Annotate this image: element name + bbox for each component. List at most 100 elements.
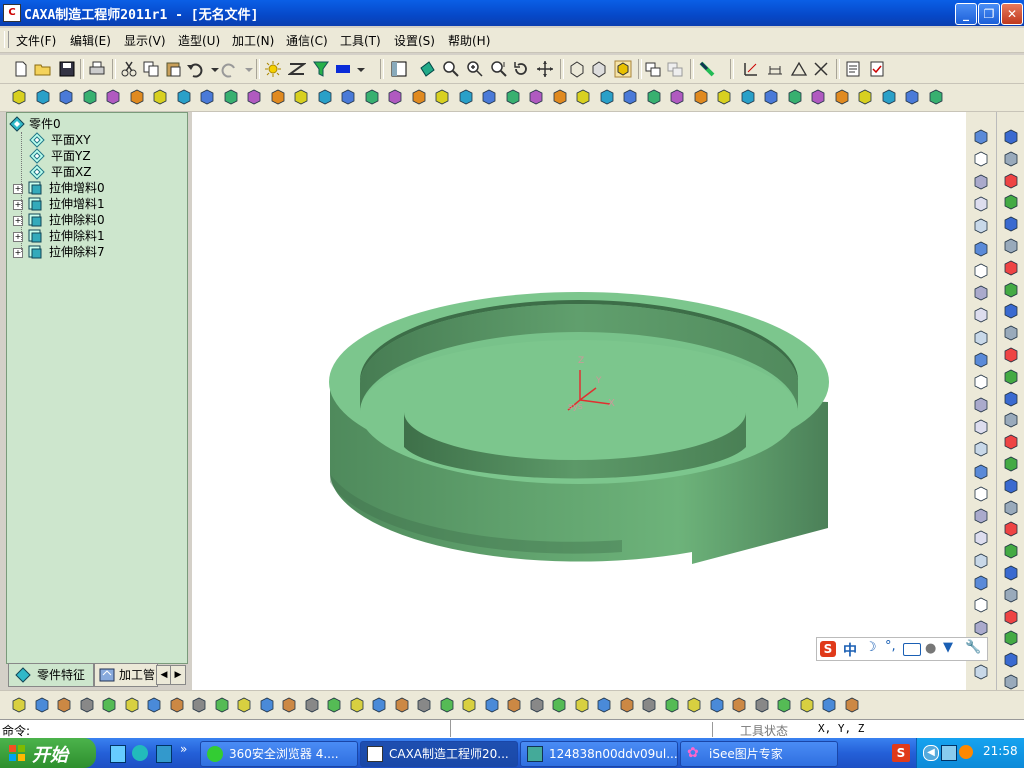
spline-edit-icon[interactable] — [370, 696, 388, 714]
ime-mode-label[interactable]: 中 — [843, 640, 857, 660]
offset-icon[interactable] — [235, 696, 253, 714]
undo-icon[interactable] — [186, 60, 204, 78]
quicklaunch-ie-icon[interactable] — [132, 745, 148, 761]
dimension-icon[interactable] — [766, 60, 784, 78]
menu-file[interactable]: 文件(F) — [16, 32, 56, 49]
sew-surface-icon[interactable] — [245, 88, 263, 106]
quicklaunch-more-icon[interactable]: » — [180, 742, 187, 756]
translate-icon[interactable] — [393, 696, 411, 714]
spline-icon[interactable] — [1002, 651, 1020, 669]
scale-icon[interactable] — [213, 696, 231, 714]
rectangle-icon[interactable] — [1002, 259, 1020, 277]
extrude-surface-icon[interactable] — [10, 88, 28, 106]
redo-dropdown-icon[interactable] — [240, 60, 253, 78]
revolve-surface-icon[interactable] — [410, 88, 428, 106]
mirror-icon[interactable] — [438, 696, 456, 714]
rotate-icon[interactable] — [685, 696, 703, 714]
loft-surface-icon[interactable] — [480, 88, 498, 106]
skin-icon[interactable]: ▼ — [943, 640, 953, 655]
view-icon[interactable] — [1002, 520, 1020, 538]
tab-part-features[interactable]: 零件特征 — [8, 663, 94, 687]
user-icon[interactable]: ● — [925, 641, 936, 656]
curve-combine-icon[interactable] — [348, 696, 366, 714]
scale-icon[interactable] — [753, 696, 771, 714]
curve-edit-icon[interactable] — [10, 696, 28, 714]
shaded-icon[interactable] — [614, 60, 632, 78]
wrench-icon[interactable]: 🔧 — [965, 640, 981, 655]
trim-surface-icon[interactable] — [198, 88, 216, 106]
taskbar-item-image[interactable]: 124838n00ddv09ul... — [520, 741, 678, 767]
extrude-boss-icon[interactable] — [972, 485, 990, 503]
point-icon[interactable] — [1002, 324, 1020, 342]
punctuation-icon[interactable]: °, — [885, 639, 896, 654]
sew-surface-icon[interactable] — [621, 88, 639, 106]
mirror-icon[interactable] — [708, 696, 726, 714]
curve-break-icon[interactable] — [33, 696, 51, 714]
blend-surface-icon[interactable] — [598, 88, 616, 106]
caxa-app-icon[interactable]: C — [3, 4, 21, 22]
cavity-icon[interactable] — [739, 88, 757, 106]
curve-combine-icon[interactable] — [618, 696, 636, 714]
line-icon[interactable] — [1002, 542, 1020, 560]
extrude-boss-icon[interactable] — [972, 128, 990, 146]
menu-communication[interactable]: 通信(C) — [286, 32, 328, 49]
shell-icon[interactable] — [972, 619, 990, 637]
coordinate-system-icon[interactable] — [742, 60, 760, 78]
boolean-icon[interactable] — [692, 88, 710, 106]
equidistant-icon[interactable] — [1002, 390, 1020, 408]
sweep-surface-icon[interactable] — [809, 88, 827, 106]
undo-dropdown-icon[interactable] — [206, 60, 219, 78]
model-body[interactable] — [329, 292, 829, 564]
extrude-cut-icon[interactable] — [972, 217, 990, 235]
quicklaunch-3-icon[interactable] — [156, 745, 172, 763]
menu-machining[interactable]: 加工(N) — [232, 32, 274, 49]
close-button[interactable]: ✕ — [1001, 3, 1023, 25]
translate-icon[interactable] — [123, 696, 141, 714]
check-icon[interactable] — [868, 60, 886, 78]
extrude-surface-icon[interactable] — [386, 88, 404, 106]
edit-icon[interactable] — [1002, 499, 1020, 517]
trim-icon[interactable] — [812, 60, 830, 78]
curve-break-icon[interactable] — [573, 696, 591, 714]
hole-icon[interactable] — [972, 329, 990, 347]
menu-edit[interactable]: 编辑(E) — [70, 32, 111, 49]
sweep-surface-icon[interactable] — [433, 88, 451, 106]
ruled-surface-icon[interactable] — [457, 88, 475, 106]
color-icon[interactable] — [334, 60, 350, 78]
tool-library-icon[interactable] — [698, 60, 716, 78]
spline-edit-icon[interactable] — [100, 696, 118, 714]
curve-stretch-icon[interactable] — [325, 696, 343, 714]
display-restore-icon[interactable] — [666, 60, 684, 78]
formula-curve-icon[interactable] — [1002, 346, 1020, 364]
arc-icon[interactable] — [1002, 215, 1020, 233]
light-icon[interactable] — [264, 60, 282, 78]
offset-icon[interactable] — [775, 696, 793, 714]
select-icon[interactable] — [1002, 477, 1020, 495]
spline-icon[interactable] — [1002, 302, 1020, 320]
ruled-surface-icon[interactable] — [833, 88, 851, 106]
curve-combine-icon[interactable] — [78, 696, 96, 714]
mirror-icon[interactable] — [168, 696, 186, 714]
copy-icon[interactable] — [142, 60, 160, 78]
pattern-icon[interactable] — [972, 396, 990, 414]
curve-edit-icon[interactable] — [820, 696, 838, 714]
rotate-icon[interactable] — [145, 696, 163, 714]
scale-icon[interactable] — [972, 440, 990, 458]
window-view-icon[interactable] — [390, 60, 408, 78]
extrude-cut-icon[interactable] — [972, 574, 990, 592]
ruled-surface-icon[interactable] — [81, 88, 99, 106]
curve-edit-icon[interactable] — [550, 696, 568, 714]
edit-icon[interactable] — [1002, 150, 1020, 168]
new-file-icon[interactable] — [12, 60, 30, 78]
minimize-button[interactable]: _ — [955, 3, 977, 25]
command-input[interactable] — [40, 721, 448, 736]
menu-view[interactable]: 显示(V) — [124, 32, 166, 49]
extend-surface-icon[interactable] — [645, 88, 663, 106]
cavity-icon[interactable] — [363, 88, 381, 106]
extend-surface-icon[interactable] — [269, 88, 287, 106]
network-icon[interactable] — [941, 745, 957, 761]
surface-edit-icon[interactable] — [258, 696, 276, 714]
rotate-icon[interactable] — [512, 60, 530, 78]
offset-surface-icon[interactable] — [175, 88, 193, 106]
open-file-icon[interactable] — [34, 60, 52, 78]
